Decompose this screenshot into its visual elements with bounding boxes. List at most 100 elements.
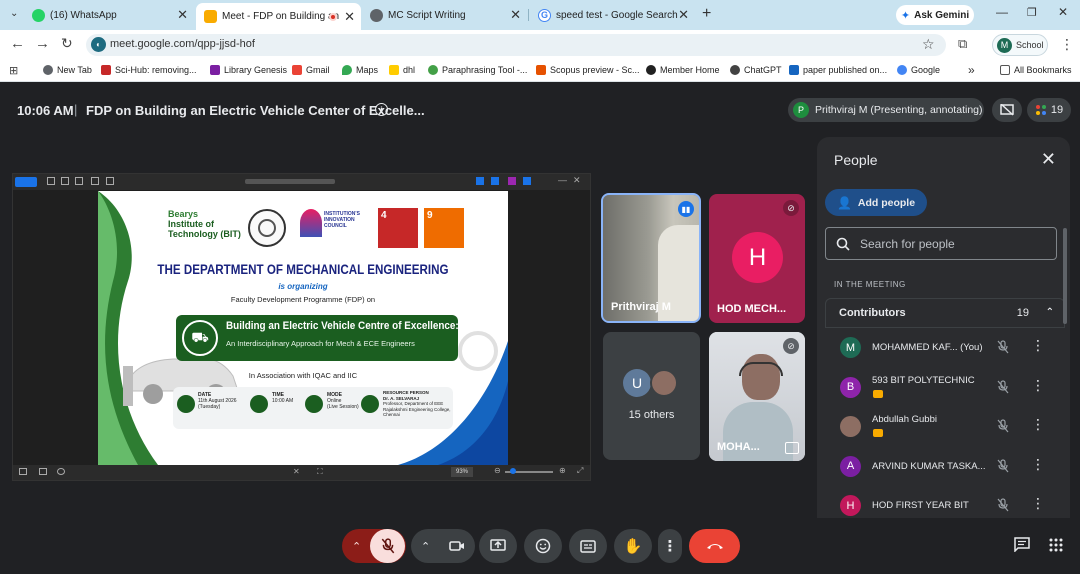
- all-bookmarks[interactable]: All Bookmarks: [1000, 65, 1072, 75]
- mic-off-icon[interactable]: [997, 340, 1009, 359]
- zoom-in-icon[interactable]: ⊕: [559, 466, 566, 475]
- mic-off-icon[interactable]: [997, 498, 1009, 517]
- edit-tool-icon[interactable]: [15, 177, 37, 187]
- mic-off-icon[interactable]: [997, 379, 1009, 399]
- list-item[interactable]: Abdullah Gubbi ⋮: [825, 407, 1065, 447]
- close-tab-icon[interactable]: ✕: [177, 7, 188, 23]
- fullscreen-icon[interactable]: ⛶: [317, 467, 323, 477]
- close-tab-icon[interactable]: ✕: [344, 9, 355, 25]
- more-options-icon[interactable]: ⋮: [1031, 377, 1045, 394]
- toolbar-icon[interactable]: [106, 177, 114, 185]
- more-options-icon[interactable]: ⋮: [1031, 495, 1045, 512]
- tab-mc-script[interactable]: MC Script Writing ✕: [362, 4, 527, 26]
- toolbar-icon[interactable]: [508, 177, 516, 185]
- list-item[interactable]: M MOHAMMED KAF... (You) ⋮: [825, 328, 1065, 368]
- toolbar-icon[interactable]: [476, 177, 484, 185]
- video-tile-moha[interactable]: ⊘ MOHA...: [709, 332, 805, 461]
- list-item[interactable]: H HOD FIRST YEAR BIT ⋮: [825, 486, 1065, 518]
- bookmark-star-icon[interactable]: ☆: [922, 36, 935, 53]
- mic-off-icon[interactable]: [997, 458, 1009, 478]
- video-tile-hod-mech[interactable]: ⊘ H HOD MECH...: [709, 194, 805, 323]
- bookmark-chatgpt[interactable]: ChatGPT: [730, 65, 782, 75]
- apps-grid-icon[interactable]: ⊞: [9, 64, 18, 77]
- bookmark-member-home[interactable]: Member Home: [646, 65, 720, 75]
- meeting-info-icon[interactable]: i: [375, 103, 388, 116]
- status-icon[interactable]: [57, 468, 65, 475]
- status-icon[interactable]: [19, 468, 27, 475]
- reactions-button[interactable]: [524, 529, 562, 563]
- fit-icon[interactable]: ✕: [293, 467, 300, 476]
- add-people-button[interactable]: 👤 Add people: [825, 189, 927, 216]
- tab-meet[interactable]: Meet - FDP on Building an ✕: [196, 3, 361, 30]
- toolbar-icon[interactable]: [523, 177, 531, 185]
- expand-icon[interactable]: ⤢: [577, 466, 583, 476]
- bookmark-paper[interactable]: paper published on...: [789, 65, 887, 75]
- reload-icon[interactable]: ↻: [61, 35, 73, 52]
- people-scrollbar[interactable]: [1063, 228, 1067, 324]
- toolbar-icon[interactable]: [491, 177, 499, 185]
- toolbar-icon[interactable]: [47, 177, 55, 185]
- mic-toggle-button[interactable]: [370, 529, 405, 563]
- back-icon[interactable]: ←: [10, 35, 25, 52]
- viewer-close-icon[interactable]: ✕: [573, 175, 581, 186]
- browser-menu-icon[interactable]: ⋮: [1060, 36, 1074, 53]
- zoom-out-icon[interactable]: ⊖: [494, 466, 501, 475]
- extensions-icon[interactable]: ⧉: [958, 36, 967, 52]
- more-options-button[interactable]: ⋮: [658, 529, 682, 563]
- tab-search-icon[interactable]: ⌄: [10, 8, 18, 19]
- toolbar-icon[interactable]: [91, 177, 99, 185]
- viewer-minimize-icon[interactable]: —: [558, 175, 567, 185]
- restore-icon[interactable]: ❐: [1027, 6, 1037, 19]
- search-people-field[interactable]: [825, 227, 1057, 260]
- leave-call-button[interactable]: [689, 529, 740, 563]
- bookmark-new-tab[interactable]: New Tab: [43, 65, 92, 75]
- bookmark-libgen[interactable]: Library Genesis: [210, 65, 287, 75]
- video-tile-others[interactable]: U 15 others: [603, 332, 700, 460]
- bookmark-google[interactable]: Google: [897, 65, 940, 75]
- more-bookmarks-icon[interactable]: »: [968, 63, 975, 77]
- search-input[interactable]: [860, 236, 1040, 251]
- more-options-icon[interactable]: ⋮: [1031, 416, 1045, 433]
- minimize-icon[interactable]: —: [996, 5, 1008, 19]
- more-options-icon[interactable]: ⋮: [1031, 456, 1045, 473]
- presenting-chip[interactable]: P Prithviraj M (Presenting, annotating): [788, 98, 984, 122]
- zoom-slider-thumb[interactable]: [510, 468, 516, 474]
- new-tab-button[interactable]: +: [702, 5, 711, 23]
- present-button[interactable]: [479, 529, 517, 563]
- bookmark-scihub[interactable]: Sci-Hub: removing...: [101, 65, 197, 75]
- more-options-icon[interactable]: ⋮: [1031, 337, 1045, 354]
- chevron-up-icon[interactable]: ⌃: [421, 540, 430, 553]
- ask-gemini-button[interactable]: ✦ Ask Gemini: [896, 5, 974, 25]
- url-text[interactable]: meet.google.com/qpp-jjsd-hof: [110, 38, 255, 50]
- close-window-icon[interactable]: ✕: [1058, 5, 1068, 19]
- activities-grid-icon[interactable]: [1049, 538, 1063, 557]
- video-tile-prithviraj[interactable]: ▮▮ Prithviraj M: [601, 193, 701, 323]
- zoom-level[interactable]: 93%: [451, 467, 473, 477]
- toolbar-icon[interactable]: [61, 177, 69, 185]
- tab-whatsapp[interactable]: (16) WhatsApp ✕: [24, 4, 194, 26]
- camera-control[interactable]: ⌃: [411, 529, 475, 563]
- stop-presentation-button[interactable]: [992, 98, 1022, 122]
- chevron-up-icon[interactable]: ⌃: [352, 540, 361, 553]
- bookmark-scopus[interactable]: Scopus preview - Sc...: [536, 65, 640, 75]
- close-tab-icon[interactable]: ✕: [510, 7, 521, 23]
- pip-icon[interactable]: [785, 442, 799, 454]
- contributors-header[interactable]: Contributors 19 ⌃: [825, 298, 1065, 328]
- captions-button[interactable]: [569, 529, 607, 563]
- chat-icon[interactable]: [1014, 537, 1030, 557]
- bookmark-maps[interactable]: Maps: [342, 65, 378, 75]
- status-icon[interactable]: [39, 468, 47, 475]
- list-item[interactable]: B 593 BIT POLYTECHNIC ⋮: [825, 368, 1065, 408]
- mic-off-icon[interactable]: [997, 419, 1009, 438]
- close-panel-icon[interactable]: ✕: [1041, 149, 1056, 170]
- close-tab-icon[interactable]: ✕: [678, 7, 689, 23]
- bookmark-dhl[interactable]: dhl: [389, 65, 415, 75]
- toolbar-icon[interactable]: [75, 177, 83, 185]
- profile-button[interactable]: M School: [992, 34, 1048, 56]
- raise-hand-button[interactable]: ✋: [614, 529, 652, 563]
- chevron-up-icon[interactable]: ⌃: [1046, 307, 1054, 318]
- site-info-icon[interactable]: ◐: [91, 37, 106, 52]
- forward-icon[interactable]: →: [35, 35, 50, 52]
- bookmark-paraphrasing[interactable]: Paraphrasing Tool -...: [428, 65, 527, 75]
- participants-button[interactable]: 19: [1027, 98, 1071, 122]
